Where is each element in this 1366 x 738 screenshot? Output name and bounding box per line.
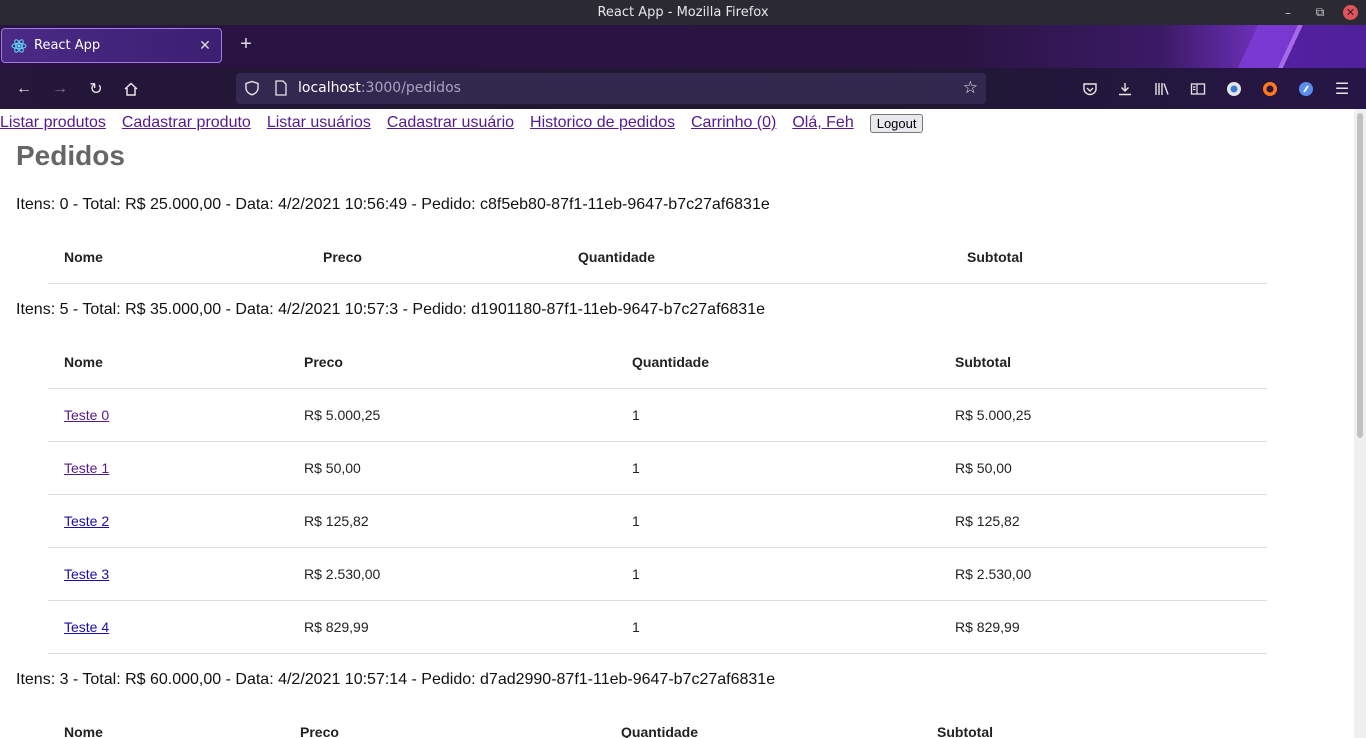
table-header-row: Nome Preco Quantidade Subtotal	[48, 231, 1267, 284]
forward-icon[interactable]: →	[49, 78, 71, 100]
theme-decoration	[1226, 25, 1366, 68]
tab-react-app[interactable]: React App ✕	[1, 28, 222, 63]
pocket-icon[interactable]	[1079, 78, 1101, 100]
column-header-nome: Nome	[48, 231, 307, 284]
cell-quantidade: 1	[616, 441, 939, 495]
window-titlebar: React App - Mozilla Firefox – ⧉ ✕	[0, 0, 1366, 25]
cell-nome: Teste 0	[48, 388, 288, 442]
product-link[interactable]: Teste 4	[64, 619, 109, 635]
reload-icon[interactable]: ↻	[85, 78, 107, 100]
link-listar-usuarios[interactable]: Listar usuários	[267, 114, 371, 132]
column-header-preco: Preco	[284, 706, 605, 738]
page-title: Pedidos	[16, 140, 125, 171]
link-ola-usuario[interactable]: Olá, Feh	[792, 114, 853, 132]
column-header-subtotal: Subtotal	[939, 336, 1267, 389]
window-controls: – ⧉ ✕	[1265, 0, 1358, 25]
home-icon[interactable]	[120, 78, 142, 100]
bookmark-star-icon[interactable]: ☆	[963, 78, 978, 98]
cell-preco: R$ 829,99	[288, 600, 616, 654]
product-link[interactable]: Teste 1	[64, 460, 109, 476]
column-header-preco: Preco	[288, 336, 616, 389]
column-header-subtotal: Subtotal	[921, 706, 1267, 738]
extension-blue-icon[interactable]	[1295, 78, 1317, 100]
cell-nome: Teste 3	[48, 547, 288, 601]
cell-quantidade: 1	[616, 600, 939, 654]
scrollbar-thumb[interactable]	[1357, 113, 1363, 438]
order-items-table: Nome Preco Quantidade Subtotal Teste 0 R…	[48, 336, 1267, 654]
order-items-table: Nome Preco Quantidade Subtotal	[48, 231, 1267, 284]
table-row: Teste 0 R$ 5.000,25 1 R$ 5.000,25	[48, 388, 1267, 442]
page-info-icon[interactable]	[274, 80, 288, 101]
link-historico-pedidos[interactable]: Historico de pedidos	[530, 114, 675, 132]
url-path: :3000/pedidos	[360, 80, 461, 96]
column-header-nome: Nome	[48, 706, 284, 738]
cell-nome: Teste 1	[48, 441, 288, 495]
cell-preco: R$ 50,00	[288, 441, 616, 495]
order-summary: Itens: 5 - Total: R$ 35.000,00 - Data: 4…	[16, 301, 765, 318]
url-text[interactable]: localhost:3000/pedidos	[298, 80, 461, 96]
product-link[interactable]: Teste 2	[64, 513, 109, 529]
link-cadastrar-usuario[interactable]: Cadastrar usuário	[387, 114, 514, 132]
restore-icon[interactable]: ⧉	[1311, 4, 1329, 22]
link-listar-produtos[interactable]: Listar produtos	[0, 114, 106, 132]
sidebar-icon[interactable]	[1187, 78, 1209, 100]
cell-quantidade: 1	[616, 547, 939, 601]
back-icon[interactable]: ←	[13, 78, 35, 100]
cell-preco: R$ 125,82	[288, 494, 616, 548]
cell-subtotal: R$ 50,00	[939, 441, 1267, 495]
tab-strip: React App ✕ +	[0, 25, 1366, 68]
link-carrinho[interactable]: Carrinho (0)	[691, 114, 776, 132]
table-header-row: Nome Preco Quantidade Subtotal	[48, 706, 1267, 738]
extension-orange-icon[interactable]	[1259, 78, 1281, 100]
column-header-quantidade: Quantidade	[562, 231, 951, 284]
link-cadastrar-produto[interactable]: Cadastrar produto	[122, 114, 251, 132]
tab-close-icon[interactable]: ✕	[195, 38, 215, 54]
cell-nome: Teste 2	[48, 494, 288, 548]
order-summary: Itens: 0 - Total: R$ 25.000,00 - Data: 4…	[16, 196, 770, 213]
cell-preco: R$ 2.530,00	[288, 547, 616, 601]
cell-preco: R$ 5.000,25	[288, 388, 616, 442]
column-header-nome: Nome	[48, 336, 288, 389]
column-header-subtotal: Subtotal	[951, 231, 1267, 284]
order-summary: Itens: 3 - Total: R$ 60.000,00 - Data: 4…	[16, 671, 776, 688]
window-title: React App - Mozilla Firefox	[597, 5, 769, 20]
product-link[interactable]: Teste 0	[64, 407, 109, 423]
tab-label: React App	[34, 38, 101, 53]
menu-hamburger-icon[interactable]: ☰	[1331, 78, 1353, 100]
library-icon[interactable]	[1151, 78, 1173, 100]
cell-subtotal: R$ 125,82	[939, 494, 1267, 548]
table-row: Teste 3 R$ 2.530,00 1 R$ 2.530,00	[48, 547, 1267, 601]
page-content: Listar produtos Cadastrar produto Listar…	[0, 109, 1354, 738]
column-header-quantidade: Quantidade	[616, 336, 939, 389]
cell-subtotal: R$ 5.000,25	[939, 388, 1267, 442]
app-nav-menu: Listar produtos Cadastrar produto Listar…	[0, 112, 924, 134]
tracking-shield-icon[interactable]	[244, 80, 260, 101]
navigation-toolbar: ← → ↻ localhost:3000/pedidos ☆ ☰	[0, 68, 1366, 109]
cell-subtotal: R$ 2.530,00	[939, 547, 1267, 601]
table-header-row: Nome Preco Quantidade Subtotal	[48, 336, 1267, 389]
column-header-preco: Preco	[307, 231, 562, 284]
cell-quantidade: 1	[616, 388, 939, 442]
account-icon[interactable]	[1223, 78, 1245, 100]
table-row: Teste 2 R$ 125,82 1 R$ 125,82	[48, 494, 1267, 548]
cell-nome: Teste 4	[48, 600, 288, 654]
url-host: localhost	[298, 80, 361, 96]
logout-button[interactable]: Logout	[869, 113, 924, 133]
table-row: Teste 4 R$ 829,99 1 R$ 829,99	[48, 600, 1267, 654]
cell-subtotal: R$ 829,99	[939, 600, 1267, 654]
close-window-icon[interactable]: ✕	[1343, 5, 1358, 20]
product-link[interactable]: Teste 3	[64, 566, 109, 582]
table-row: Teste 1 R$ 50,00 1 R$ 50,00	[48, 441, 1267, 495]
minimize-icon[interactable]: –	[1279, 4, 1297, 22]
react-icon	[11, 38, 27, 54]
cell-quantidade: 1	[616, 494, 939, 548]
downloads-icon[interactable]	[1114, 78, 1136, 100]
new-tab-icon[interactable]: +	[236, 33, 256, 56]
column-header-quantidade: Quantidade	[605, 706, 921, 738]
url-bar[interactable]: localhost:3000/pedidos ☆	[236, 73, 986, 104]
order-items-table: Nome Preco Quantidade Subtotal	[48, 706, 1267, 738]
